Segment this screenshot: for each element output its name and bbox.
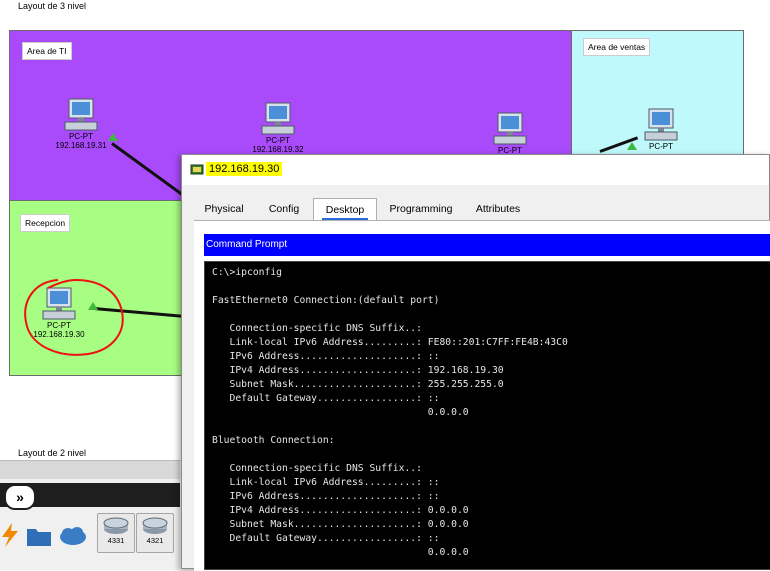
- command-prompt-header: Command Prompt: [204, 234, 770, 256]
- cloud-icon[interactable]: [58, 525, 88, 547]
- pc-icon: [261, 102, 295, 135]
- tab-programming[interactable]: Programming: [379, 198, 463, 220]
- tab-physical[interactable]: Physical: [194, 198, 254, 220]
- device-label: 4321: [146, 536, 164, 545]
- pc-icon: [644, 108, 678, 141]
- pc-ventas[interactable]: PC-PT: [626, 108, 696, 151]
- area-ventas-label: Area de ventas: [583, 38, 651, 56]
- pc-ti-3[interactable]: PC-PT: [475, 112, 545, 155]
- router-icon: [142, 517, 168, 534]
- area-recepcion-label: Recepcion: [20, 214, 71, 232]
- window-titlebar[interactable]: 192.168.19.30: [182, 155, 769, 185]
- area-ti-label: Area de TI: [22, 42, 72, 60]
- tab-desktop[interactable]: Desktop: [313, 198, 377, 221]
- pc-ip: 192.168.19.31: [55, 141, 107, 150]
- device-window[interactable]: 192.168.19.30 Physical Config Desktop Pr…: [181, 154, 770, 571]
- router-icon: [103, 517, 129, 534]
- lightning-icon[interactable]: [0, 523, 20, 547]
- layout-2-label: Layout de 2 nivel: [18, 448, 87, 458]
- app-icon: [190, 164, 204, 175]
- tab-config[interactable]: Config: [256, 198, 312, 220]
- pc-icon: [64, 98, 98, 131]
- tray-header: [0, 461, 180, 479]
- device-tray: » 4331 4321: [0, 460, 180, 570]
- device-router-4331[interactable]: 4331: [97, 513, 135, 553]
- tab-attributes[interactable]: Attributes: [464, 198, 532, 220]
- pc-ti-2[interactable]: PC-PT 192.168.19.32: [243, 102, 313, 155]
- command-prompt-console[interactable]: C:\>ipconfig FastEthernet0 Connection:(d…: [204, 261, 770, 570]
- folder-icon[interactable]: [26, 525, 52, 547]
- device-label: 4331: [107, 536, 125, 545]
- fast-forward-button[interactable]: »: [4, 484, 36, 510]
- pc-icon: [493, 112, 527, 145]
- pc-name: PC-PT: [69, 132, 93, 141]
- layout-3-label: Layout de 3 nivel: [18, 1, 87, 11]
- pc-name: PC-PT: [266, 136, 290, 145]
- window-title: 192.168.19.30: [206, 162, 283, 176]
- highlight-circle: [24, 278, 124, 356]
- pc-name: PC-PT: [649, 142, 673, 151]
- device-router-4321[interactable]: 4321: [136, 513, 174, 553]
- console-output: C:\>ipconfig FastEthernet0 Connection:(d…: [212, 267, 568, 558]
- pc-ti-1[interactable]: PC-PT 192.168.19.31: [46, 98, 116, 151]
